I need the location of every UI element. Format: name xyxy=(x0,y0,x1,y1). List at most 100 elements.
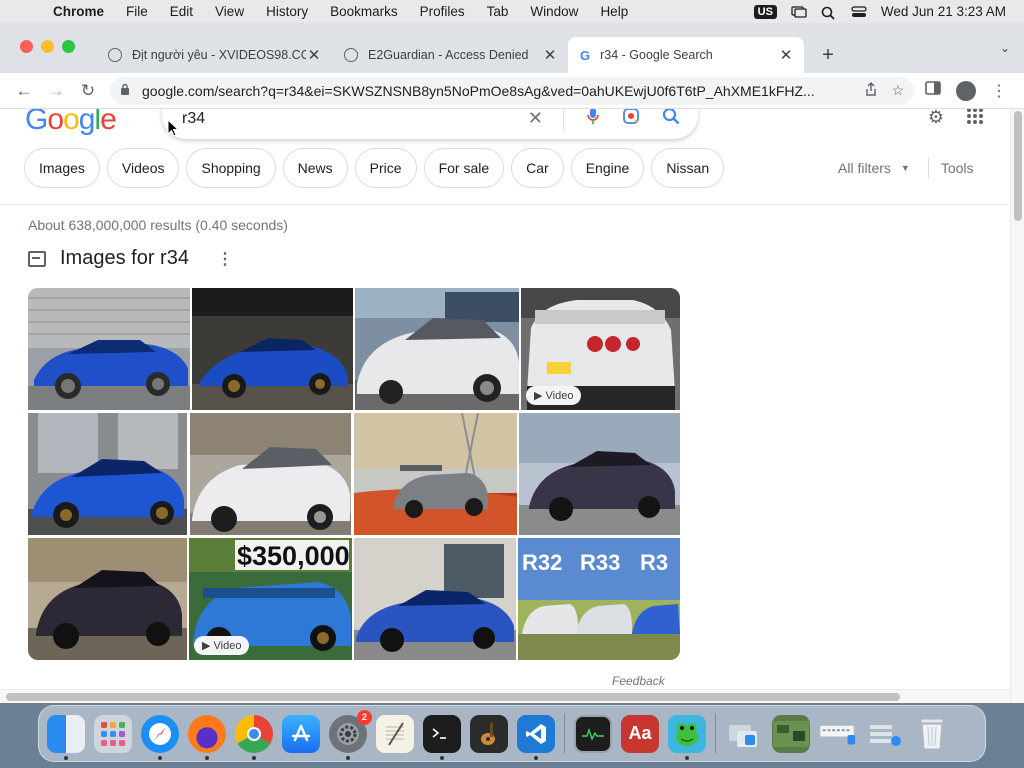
horizontal-scrollbar[interactable] xyxy=(0,689,1010,703)
trash-icon[interactable] xyxy=(913,715,951,753)
menu-bookmarks[interactable]: Bookmarks xyxy=(319,4,409,19)
firefox-icon[interactable] xyxy=(188,714,226,760)
image-result[interactable] xyxy=(355,288,519,410)
chip-nissan[interactable]: Nissan xyxy=(651,148,725,188)
textedit-icon[interactable] xyxy=(376,714,414,753)
image-result[interactable] xyxy=(192,288,353,410)
address-bar[interactable]: google.com/search?q=r34&ei=SKWSZNSNB8yn5… xyxy=(110,76,914,105)
header-divider xyxy=(0,204,1007,205)
search-box[interactable]: r34 ✕ xyxy=(162,109,698,139)
images-heading-text[interactable]: Images for r34 xyxy=(60,247,189,270)
zoom-window-button[interactable] xyxy=(62,40,75,53)
back-button[interactable]: ← xyxy=(8,77,40,105)
bookmark-star-icon[interactable]: ☆ xyxy=(891,82,904,99)
voice-search-icon[interactable] xyxy=(586,109,600,130)
scroll-thumb[interactable] xyxy=(6,693,900,701)
terminal-icon[interactable] xyxy=(423,714,461,760)
chip-price[interactable]: Price xyxy=(354,148,417,188)
google-lens-icon[interactable] xyxy=(622,109,640,130)
clear-search-icon[interactable]: ✕ xyxy=(528,109,543,129)
search-icon[interactable] xyxy=(662,109,680,130)
image-result[interactable] xyxy=(28,288,190,410)
share-icon[interactable] xyxy=(865,82,877,99)
screen-mirroring-icon[interactable] xyxy=(791,5,807,18)
chrome-menu-icon[interactable]: ⋮ xyxy=(988,81,1010,101)
new-tab-button[interactable]: + xyxy=(812,37,844,73)
close-window-button[interactable] xyxy=(20,40,33,53)
menu-tab[interactable]: Tab xyxy=(476,4,520,19)
more-options-icon[interactable]: ⋮ xyxy=(217,249,233,269)
chip-images[interactable]: Images xyxy=(24,148,100,188)
tab-xvideos[interactable]: Địt người yêu - XVIDEOS98.CC ✕ xyxy=(96,37,332,73)
chip-videos[interactable]: Videos xyxy=(106,148,180,188)
caret-down-icon[interactable]: ▼ xyxy=(901,163,910,173)
chip-car[interactable]: Car xyxy=(511,148,564,188)
chrome-icon[interactable] xyxy=(235,714,273,760)
reload-button[interactable]: ↻ xyxy=(72,77,104,105)
menu-view[interactable]: View xyxy=(204,4,255,19)
menu-file[interactable]: File xyxy=(115,4,159,19)
chip-shopping[interactable]: Shopping xyxy=(186,148,276,188)
image-result[interactable]: ▶ Video xyxy=(521,288,680,410)
documents-stack-icon[interactable] xyxy=(866,715,904,753)
safari-icon[interactable] xyxy=(141,714,179,760)
lock-icon[interactable] xyxy=(120,83,130,98)
forward-button[interactable]: → xyxy=(40,77,72,105)
chip-for-sale[interactable]: For sale xyxy=(423,148,505,188)
vscode-icon[interactable] xyxy=(517,714,555,760)
profile-avatar[interactable] xyxy=(956,80,976,101)
menu-help[interactable]: Help xyxy=(589,4,639,19)
system-settings-icon[interactable]: 2 xyxy=(329,709,372,760)
menu-history[interactable]: History xyxy=(255,4,319,19)
tools-button[interactable]: Tools xyxy=(941,160,974,176)
launchpad-icon[interactable] xyxy=(94,714,132,753)
side-panel-icon[interactable] xyxy=(922,81,944,100)
tab-search-chevron-icon[interactable]: ⌄ xyxy=(1000,41,1010,55)
image-result[interactable] xyxy=(354,413,517,535)
app-store-icon[interactable] xyxy=(282,714,320,753)
tab-google-search[interactable]: G r34 - Google Search ✕ xyxy=(568,37,804,73)
tab-e2guardian[interactable]: E2Guardian - Access Denied ✕ xyxy=(332,37,568,73)
google-apps-icon[interactable] xyxy=(966,109,984,130)
window-controls xyxy=(20,40,75,53)
menu-edit[interactable]: Edit xyxy=(159,4,204,19)
image-result[interactable] xyxy=(28,413,187,535)
minimize-window-button[interactable] xyxy=(41,40,54,53)
scroll-thumb[interactable] xyxy=(1014,111,1022,221)
vertical-scrollbar[interactable] xyxy=(1010,109,1024,703)
garageband-icon[interactable] xyxy=(470,714,508,753)
keyboard-preview-icon[interactable] xyxy=(819,715,857,753)
activity-monitor-icon[interactable] xyxy=(574,714,612,753)
downloads-folder-icon[interactable] xyxy=(725,715,763,753)
control-center-icon[interactable] xyxy=(851,5,867,18)
google-logo[interactable]: Google xyxy=(25,109,117,137)
image-result[interactable]: R32 R33 R3 xyxy=(518,538,680,660)
r33-label: R33 xyxy=(580,550,620,575)
image-result[interactable]: $350,000 ▶ Video xyxy=(189,538,352,660)
menubar-clock[interactable]: Wed Jun 21 3:23 AM xyxy=(881,4,1006,19)
image-result[interactable] xyxy=(354,538,516,660)
close-tab-icon[interactable]: ✕ xyxy=(306,46,322,64)
settings-gear-icon[interactable]: ⚙ xyxy=(928,109,944,130)
image-result[interactable] xyxy=(190,413,351,535)
finder-icon[interactable] xyxy=(47,714,85,760)
menu-window[interactable]: Window xyxy=(519,4,589,19)
search-input[interactable]: r34 xyxy=(182,110,506,128)
image-result[interactable] xyxy=(519,413,680,535)
input-source-badge[interactable]: US xyxy=(753,4,777,19)
close-tab-icon[interactable]: ✕ xyxy=(542,46,558,64)
dictionary-icon[interactable]: Aa xyxy=(621,714,659,753)
url-text[interactable]: google.com/search?q=r34&ei=SKWSZNSNB8yn5… xyxy=(142,83,851,99)
menu-app-name[interactable]: Chrome xyxy=(42,4,115,19)
dock-separator xyxy=(564,713,565,754)
menu-profiles[interactable]: Profiles xyxy=(409,4,476,19)
image-result[interactable] xyxy=(28,538,187,660)
frogger-game-icon[interactable] xyxy=(668,714,706,760)
all-filters-button[interactable]: All filters xyxy=(838,160,891,176)
spotlight-search-icon[interactable] xyxy=(821,6,837,20)
chip-engine[interactable]: Engine xyxy=(570,148,645,188)
close-tab-icon[interactable]: ✕ xyxy=(778,46,794,64)
screenshot-thumbnail-icon[interactable] xyxy=(772,714,810,753)
feedback-link[interactable]: Feedback xyxy=(612,674,665,688)
chip-news[interactable]: News xyxy=(282,148,348,188)
